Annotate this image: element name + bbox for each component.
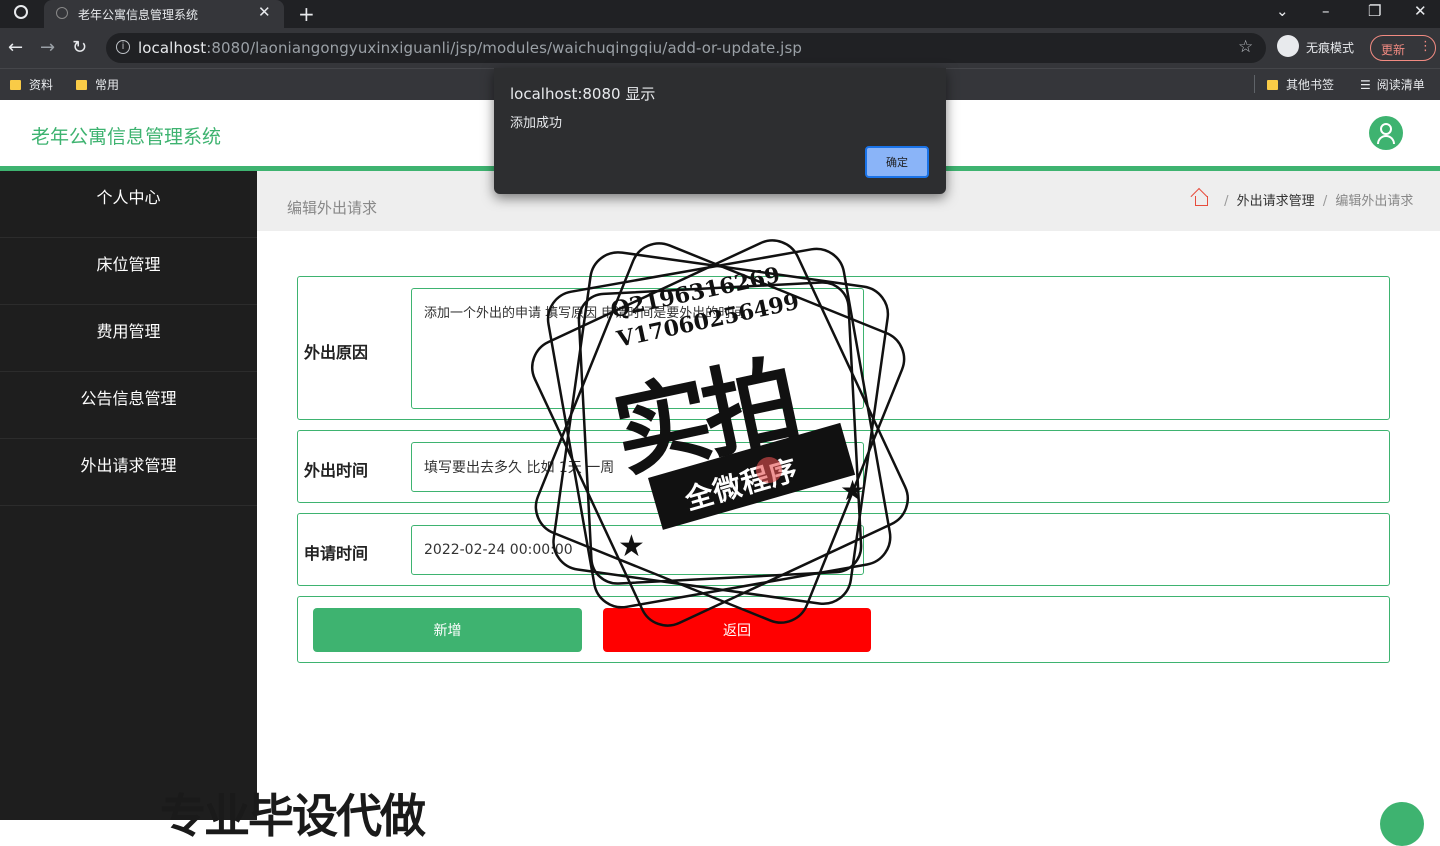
reading-list[interactable]: ☰ 阅读清单 [1360,76,1425,93]
forward-arrow-icon[interactable]: → [40,37,55,58]
sidebar-item-outing-requests[interactable]: 外出请求管理 [0,439,257,506]
sidebar-item-personal-center[interactable]: 个人中心 [0,171,257,238]
browser-tab-bar: 老年公寓信息管理系统 ✕ + ⌄ – ❐ ✕ [0,0,1440,28]
reload-icon[interactable]: ↻ [72,37,87,58]
folder-icon [1267,80,1278,90]
bookmark-star-icon[interactable]: ☆ [1238,37,1253,57]
add-button[interactable]: 新增 [313,608,582,652]
reason-label: 外出原因 [304,343,369,362]
breadcrumb-current: 编辑外出请求 [1335,194,1414,209]
bookmark-divider [1254,75,1255,93]
incognito-label: 无痕模式 [1306,41,1355,55]
restore-icon[interactable]: ❐ [1368,2,1381,20]
folder-icon [10,80,21,90]
breadcrumb-parent[interactable]: 外出请求管理 [1237,194,1315,209]
incognito-icon [1277,35,1299,57]
tab-title: 老年公寓信息管理系统 [78,8,199,22]
bottom-watermark-text: 专业毕设代做 [160,789,426,843]
alert-title: localhost:8080 显示 [510,85,656,103]
reading-list-icon: ☰ [1360,78,1371,92]
form-row-actions: 新增 返回 [297,596,1390,663]
sidebar: 个人中心 床位管理 费用管理 公告信息管理 外出请求管理 [0,171,257,820]
alert-ok-button[interactable]: 确定 [865,146,929,178]
breadcrumb: / 外出请求管理 / 编辑外出请求 [1195,190,1413,209]
tab-close-icon[interactable]: ✕ [258,3,271,21]
update-button[interactable]: 更新 ⋮ [1370,35,1436,61]
info-icon[interactable]: i [116,40,130,54]
alert-message: 添加成功 [510,116,563,131]
page-title: 编辑外出请求 [287,199,378,217]
back-arrow-icon[interactable]: ← [8,37,23,58]
apply-time-label: 申请时间 [304,544,369,563]
form-row-reason: 外出原因 添加一个外出的申请 填写原因 申请时间是要外出的时间 [297,276,1390,420]
form-row-apply-time: 申请时间 [297,513,1390,586]
minimize-icon[interactable]: – [1322,2,1330,20]
sidebar-item-bed-management[interactable]: 床位管理 [0,238,257,305]
bookmark-folder[interactable]: 其他书签 [1267,76,1334,93]
url-text[interactable]: localhost:8080/laoniangongyuxinxiguanli/… [138,39,802,57]
bookmark-folder[interactable]: 资料 [10,76,53,93]
address-bar[interactable]: i localhost:8080/laoniangongyuxinxiguanl… [106,33,1266,63]
tab-search-icon[interactable]: ⌄ [1276,2,1289,20]
breadcrumb-separator: / [1224,194,1229,209]
more-menu-icon: ⋮ [1419,39,1432,54]
duration-label: 外出时间 [304,461,369,480]
browser-tab[interactable]: 老年公寓信息管理系统 ✕ [44,0,284,28]
browser-toolbar: ← → ↻ i localhost:8080/laoniangongyuxinx… [0,28,1440,68]
loading-icon [56,7,68,19]
new-tab-icon[interactable]: + [298,2,315,26]
apply-time-input[interactable] [411,525,864,575]
sidebar-item-fee-management[interactable]: 费用管理 [0,305,257,372]
bookmark-folder[interactable]: 常用 [76,76,119,93]
floating-action-button[interactable] [1380,802,1424,846]
folder-icon [76,80,87,90]
close-window-icon[interactable]: ✕ [1414,2,1427,20]
app-title: 老年公寓信息管理系统 [31,126,222,148]
breadcrumb-separator: / [1322,194,1328,209]
cursor-highlight [756,457,782,483]
user-avatar-icon[interactable] [1369,116,1403,150]
sidebar-item-notice-management[interactable]: 公告信息管理 [0,372,257,439]
browser-menu-icon[interactable] [14,5,28,19]
alert-dialog: localhost:8080 显示 添加成功 确定 [494,68,946,194]
back-button[interactable]: 返回 [603,608,871,652]
home-icon[interactable] [1195,196,1208,206]
